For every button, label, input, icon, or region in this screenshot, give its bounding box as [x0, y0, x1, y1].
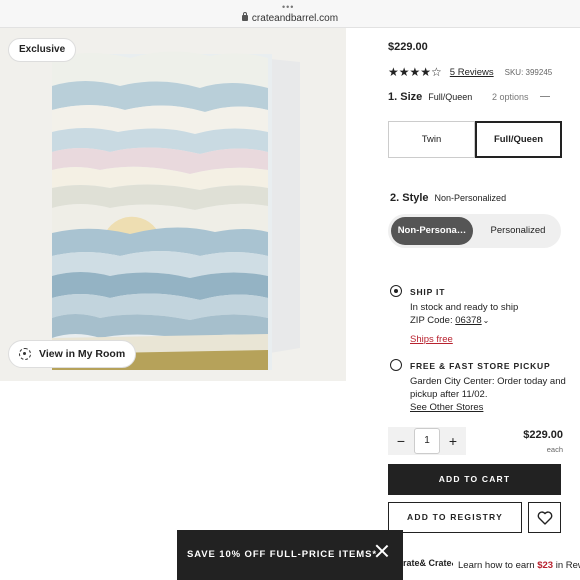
quantity-row: − 1 + $229.00 each	[388, 427, 563, 455]
card-text: rate& Crate&	[403, 558, 453, 568]
style-selected-value: Non-Personalized	[434, 193, 507, 203]
collapse-icon[interactable]	[540, 96, 550, 97]
zip-code-link[interactable]: 06378	[455, 315, 481, 326]
zip-row: ZIP Code: 06378⌄	[410, 314, 489, 327]
reviews-link[interactable]: 5 Reviews	[450, 67, 494, 78]
star-rating-icon: ★★★★☆	[388, 65, 442, 79]
add-to-registry-button[interactable]: ADD TO REGISTRY	[388, 502, 522, 533]
view-in-room-button[interactable]: View in My Room	[8, 340, 137, 368]
learn-pre: Learn how to earn	[458, 560, 538, 571]
ship-it-radio[interactable]	[390, 285, 402, 297]
zip-label: ZIP Code:	[410, 315, 453, 326]
address-bar[interactable]: crateandbarrel.com	[0, 12, 580, 24]
favorite-button[interactable]	[528, 502, 561, 533]
size-step-title: 1. Size	[388, 91, 423, 103]
other-stores-link[interactable]: See Other Stores	[410, 401, 483, 414]
chevron-down-icon[interactable]: ⌄	[483, 314, 490, 327]
learn-amount: $23	[537, 560, 554, 571]
lock-icon	[241, 12, 248, 21]
quantity-increase-button[interactable]: +	[440, 433, 466, 449]
quantity-decrease-button[interactable]: −	[388, 433, 414, 449]
store-pickup-title: FREE & FAST STORE PICKUP	[410, 361, 551, 371]
size-options-count: 2 options	[492, 92, 529, 102]
ship-stock-text: In stock and ready to ship	[410, 302, 519, 313]
size-option-twin[interactable]: Twin	[388, 121, 475, 158]
promo-banner[interactable]: SAVE 10% OFF FULL-PRICE ITEMS*	[177, 530, 403, 580]
view-in-room-label: View in My Room	[39, 348, 126, 360]
heart-icon	[537, 510, 552, 525]
size-options: Twin Full/Queen	[388, 121, 562, 158]
pickup-text-line2: pickup after 11/02.	[410, 389, 488, 400]
ar-view-icon	[19, 348, 31, 360]
ships-free-link[interactable]: Ships free	[410, 333, 453, 346]
quantity-input[interactable]: 1	[414, 428, 440, 454]
size-selected-value: Full/Queen	[428, 92, 473, 102]
ship-it-title: SHIP IT	[410, 287, 446, 297]
style-option-personalized[interactable]: Personalized	[476, 217, 560, 245]
add-to-cart-button[interactable]: ADD TO CART	[388, 464, 561, 495]
size-option-full-queen[interactable]: Full/Queen	[475, 121, 562, 158]
style-toggle: Non-Persona… Personalized	[388, 214, 561, 248]
unit-price: $229.00	[523, 429, 563, 441]
size-step-header[interactable]: 1. Size Full/Queen 2 options	[388, 91, 580, 103]
product-price: $229.00	[388, 41, 428, 53]
store-pickup-radio[interactable]	[390, 359, 402, 371]
close-icon[interactable]	[375, 544, 389, 558]
style-step-header: 2. Style Non-Personalized	[390, 192, 506, 204]
rating-row: ★★★★☆ 5 Reviews SKU: 399245	[388, 65, 552, 79]
style-option-non-personalized[interactable]: Non-Persona…	[391, 217, 473, 245]
url-text: crateandbarrel.com	[251, 13, 339, 24]
learn-post: in Rew	[555, 560, 580, 571]
quantity-stepper: − 1 +	[388, 427, 466, 455]
credit-card-thumbnail[interactable]: rate& Crate&	[403, 558, 453, 580]
sku-text: SKU: 399245	[504, 67, 553, 77]
promo-text: SAVE 10% OFF FULL-PRICE ITEMS*	[187, 549, 377, 560]
style-step-title: 2. Style	[390, 192, 429, 204]
browser-menu-dots[interactable]: •••	[282, 2, 294, 12]
rewards-link[interactable]: Learn how to earn $23 in Rew	[458, 560, 580, 571]
pickup-text-line1: Garden City Center: Order today and	[410, 376, 566, 387]
product-image-area[interactable]: Exclusive View in My Room	[0, 28, 346, 381]
browser-bar: ••• crateandbarrel.com	[0, 0, 580, 28]
unit-label: each	[546, 445, 563, 454]
quilt-image	[0, 28, 346, 381]
exclusive-badge: Exclusive	[8, 38, 77, 62]
